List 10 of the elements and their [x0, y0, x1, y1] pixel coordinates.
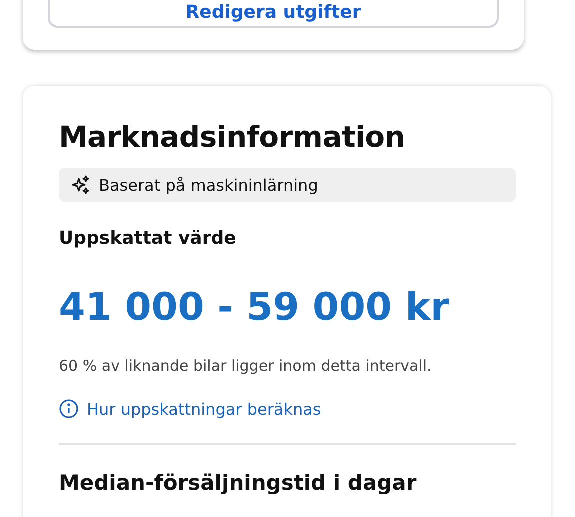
- section-heading: Median-försäljningstid i dagar: [59, 471, 418, 495]
- range-note: 60 % av liknande bilar ligger inom detta intervall.: [59, 357, 433, 375]
- estimate-value: 41 000 - 59 000 kr: [59, 285, 450, 329]
- sparkle-icon: [71, 175, 91, 195]
- section-title: Marknadsinformation: [59, 120, 406, 154]
- info-icon: [59, 399, 79, 419]
- edit-expenses-button[interactable]: Redigera utgifter: [48, 0, 499, 28]
- info-link[interactable]: Hur uppskattningar beräknas: [59, 399, 322, 419]
- badge-text: Baserat på maskininlärning: [99, 176, 318, 194]
- estimate-label: Uppskattat värde: [59, 228, 238, 249]
